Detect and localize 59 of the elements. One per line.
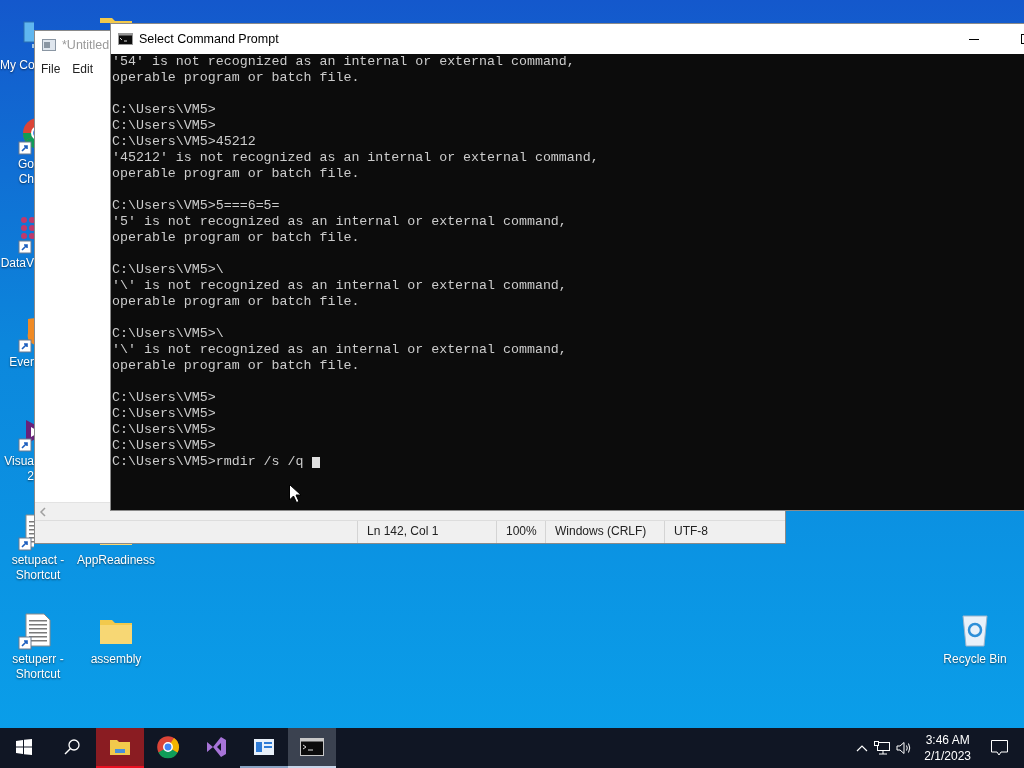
clock-time: 3:46 AM xyxy=(925,732,970,748)
browser-icon xyxy=(156,735,180,759)
window-title: *Untitled xyxy=(62,38,110,52)
status-item: UTF-8 xyxy=(664,521,785,543)
window-icon xyxy=(253,738,275,756)
console-line: C:\Users\VM5> xyxy=(112,438,216,454)
play-logo-icon xyxy=(204,735,228,759)
clock[interactable]: 3:46 AM 2/1/2023 xyxy=(924,732,971,764)
windows-logo-icon xyxy=(16,739,32,755)
mouse-pointer-icon xyxy=(289,484,301,503)
console-line: operable program or batch file. xyxy=(112,358,360,374)
console-line: C:\Users\VM5>\ xyxy=(112,326,224,342)
minimize-icon xyxy=(969,38,979,40)
terminal-icon xyxy=(300,738,324,756)
network-icon[interactable] xyxy=(874,741,891,755)
console-line: C:\Users\VM5> xyxy=(112,406,216,422)
console-line: C:\Users\VM5> xyxy=(112,390,216,406)
console-line: '\' is not recognized as an internal or external command, xyxy=(112,342,567,358)
notepad-icon xyxy=(42,39,56,51)
console-line: C:\Users\VM5>5===6=5= xyxy=(112,198,280,214)
status-item: Windows (CRLF) xyxy=(545,521,664,543)
console-line: C:\Users\VM5> xyxy=(112,102,216,118)
icon-label: My Co xyxy=(0,58,34,73)
chevron-up-icon[interactable] xyxy=(856,744,869,752)
volume-icon[interactable] xyxy=(896,741,913,755)
icon-label: Ever xyxy=(8,355,34,370)
console-line: operable program or batch file. xyxy=(112,70,360,86)
console-line: C:\Users\VM5> xyxy=(112,422,216,438)
console-line: operable program or batch file. xyxy=(112,294,360,310)
status-item: 100% xyxy=(496,521,545,543)
console-line: operable program or batch file. xyxy=(112,166,360,182)
terminal-icon xyxy=(118,33,133,45)
console-line: C:\Users\VM5>rmdir /s /q xyxy=(112,454,305,470)
console-line: C:\Users\VM5>\ xyxy=(112,262,224,278)
icon-label: setuperr - Shortcut xyxy=(12,652,64,682)
notification-icon[interactable] xyxy=(991,740,1008,756)
search-icon xyxy=(64,739,80,755)
console-line: operable program or batch file. xyxy=(112,230,360,246)
console-line: '54' is not recognized as an internal or external command, xyxy=(112,54,575,70)
icon-label: DataV xyxy=(0,256,34,271)
console-line: C:\Users\VM5>45212 xyxy=(112,134,256,150)
icon-label: Go Ch xyxy=(17,157,34,187)
status-item: Ln 142, Col 1 xyxy=(357,521,496,543)
icon-label: Recycle Bin xyxy=(943,652,1007,667)
window-title: Select Command Prompt xyxy=(139,32,279,46)
icon-label: assembly xyxy=(90,652,142,667)
console-line: '\' is not recognized as an internal or external command, xyxy=(112,278,567,294)
clock-date: 2/1/2023 xyxy=(924,748,971,764)
console-line: '45212' is not recognized as an internal or external command, xyxy=(112,150,599,166)
menu-item[interactable]: Edit xyxy=(72,62,94,76)
icon-label: setupact - Shortcut xyxy=(11,553,65,583)
menu-item[interactable]: File xyxy=(41,62,61,76)
console-line: '5' is not recognized as an internal or external command, xyxy=(112,214,567,230)
dots-icon[interactable] xyxy=(18,214,34,254)
icon-label: Visua 2 xyxy=(3,454,34,484)
icon-label: AppReadiness xyxy=(76,553,156,568)
folder-icon xyxy=(109,737,131,757)
text-cursor xyxy=(311,456,320,468)
console-line: C:\Users\VM5> xyxy=(112,118,216,134)
